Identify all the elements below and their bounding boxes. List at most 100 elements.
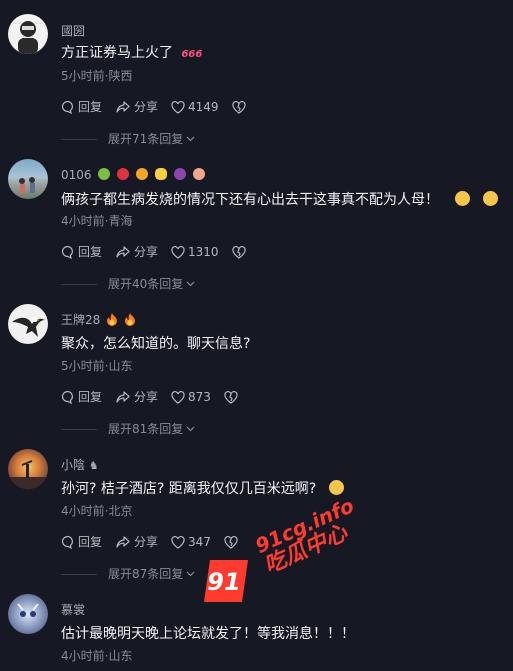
comment-text: 俩孩子都生病发烧的情况下还有心出去干这事真不配为人母！	[61, 190, 498, 210]
comment-meta: 4小时前·青海	[61, 214, 133, 228]
share-label: 分享	[134, 390, 159, 404]
comment-actions: 回复 分享 347	[61, 534, 238, 550]
orange-icon	[136, 168, 149, 180]
share-icon	[116, 101, 130, 113]
username-label[interactable]: 0106	[61, 168, 92, 182]
expand-replies[interactable]: 展开81条回复	[61, 421, 195, 437]
dislike-button[interactable]	[231, 245, 246, 259]
grapes-icon	[173, 168, 186, 180]
reply-button[interactable]: 回复	[61, 389, 102, 405]
comment-text: 方正证券马上火了 666	[61, 43, 202, 65]
share-button[interactable]: 分享	[115, 99, 158, 115]
expand-divider	[61, 573, 97, 575]
chevron-down-icon	[186, 426, 195, 432]
reply-label: 回复	[78, 245, 103, 259]
username-label[interactable]: 小陰	[61, 458, 85, 472]
like-count: 1310	[188, 245, 219, 259]
broken-heart-icon	[224, 535, 238, 549]
heart-icon	[171, 245, 185, 259]
facepalm-emoji-icon	[482, 191, 498, 206]
chevron-down-icon	[186, 571, 195, 577]
avatar[interactable]	[8, 14, 48, 54]
reply-button[interactable]: 回复	[61, 99, 102, 115]
like-count: 347	[188, 535, 211, 549]
expand-replies[interactable]: 展开87条回复	[61, 566, 195, 582]
expand-divider	[61, 283, 97, 285]
comment-actions: 回复 分享 4149	[61, 99, 246, 115]
expand-replies[interactable]: 展开71条回复	[61, 131, 195, 147]
reply-icon	[61, 535, 73, 549]
heart-icon	[171, 535, 185, 549]
expand-label: 展开81条回复	[108, 422, 184, 436]
reply-button[interactable]: 回复	[61, 244, 102, 260]
avatar[interactable]	[8, 449, 48, 489]
comment-actions: 回复 分享 873	[61, 389, 238, 405]
comment-text: 聚众，怎么知道的。聊天信息?	[61, 336, 251, 352]
comment-text: 估计最晚明天晚上论坛就发了！等我消息！！！	[61, 626, 355, 642]
share-icon	[116, 391, 130, 403]
chess-knight-icon: ♞	[88, 459, 99, 472]
comment-meta: 4小时前·山东	[61, 649, 133, 663]
share-icon	[116, 536, 130, 548]
like-count: 4149	[188, 100, 219, 114]
share-button[interactable]: 分享	[115, 389, 158, 405]
text-badge: 666	[181, 49, 203, 60]
comment-username: 0106	[61, 167, 205, 183]
like-button[interactable]: 1310	[171, 244, 219, 260]
chevron-down-icon	[186, 136, 195, 142]
fire-icon	[107, 313, 118, 326]
expand-label: 展开71条回复	[108, 132, 184, 146]
reply-icon	[61, 390, 73, 404]
share-label: 分享	[134, 100, 159, 114]
share-label: 分享	[134, 535, 159, 549]
green-apple-icon	[98, 168, 111, 180]
red-apple-icon	[117, 168, 130, 180]
like-button[interactable]: 873	[171, 389, 211, 405]
dislike-button[interactable]	[231, 100, 246, 114]
share-button[interactable]: 分享	[115, 244, 158, 260]
comment-text: 孙河? 桔子酒店? 距离我仅仅几百米远啊?	[61, 479, 344, 499]
comment-meta: 5小时前·山东	[61, 359, 133, 373]
reply-icon	[61, 100, 73, 114]
reply-icon	[61, 245, 73, 259]
share-label: 分享	[134, 245, 159, 259]
share-icon	[116, 246, 130, 258]
facepalm-emoji-icon	[455, 191, 471, 206]
expand-replies[interactable]: 展开40条回复	[61, 276, 195, 292]
reply-label: 回复	[78, 390, 103, 404]
comment-username: 小陰 ♞	[61, 457, 99, 474]
comment-username[interactable]: 慕裳	[61, 602, 85, 618]
comment-meta: 5小时前·陕西	[61, 69, 133, 83]
watermark-logo: 91	[202, 556, 252, 610]
comment-meta: 4小时前·北京	[61, 504, 133, 518]
expand-label: 展开40条回复	[108, 277, 184, 291]
dislike-button[interactable]	[224, 535, 238, 549]
fire-icon	[124, 313, 135, 326]
laughing-emoji-icon	[328, 480, 344, 495]
comment-actions: 回复 分享 1310	[61, 244, 246, 260]
comment-text-body: 方正证券马上火了	[61, 45, 173, 61]
comment-text-body: 俩孩子都生病发烧的情况下还有心出去干这事真不配为人母！	[61, 192, 439, 208]
reply-button[interactable]: 回复	[61, 534, 102, 550]
peach-icon	[192, 168, 205, 180]
broken-heart-icon	[231, 245, 246, 259]
avatar[interactable]	[8, 159, 48, 199]
avatar[interactable]	[8, 304, 48, 344]
avatar[interactable]	[8, 594, 48, 634]
like-button[interactable]: 347	[171, 534, 211, 550]
lemon-icon	[154, 168, 167, 180]
expand-divider	[61, 428, 97, 430]
dislike-button[interactable]	[224, 390, 238, 404]
username-label[interactable]: 王牌28	[61, 313, 100, 327]
share-button[interactable]: 分享	[115, 534, 158, 550]
comment-username[interactable]: 國圀	[61, 23, 85, 39]
chevron-down-icon	[186, 281, 195, 287]
heart-icon	[171, 390, 185, 404]
watermark-number: 91	[207, 568, 240, 596]
reply-label: 回复	[78, 535, 103, 549]
comment-username: 王牌28	[61, 312, 136, 328]
like-button[interactable]: 4149	[171, 99, 219, 115]
expand-label: 展开87条回复	[108, 567, 184, 581]
heart-icon	[171, 100, 185, 114]
reply-label: 回复	[78, 100, 103, 114]
